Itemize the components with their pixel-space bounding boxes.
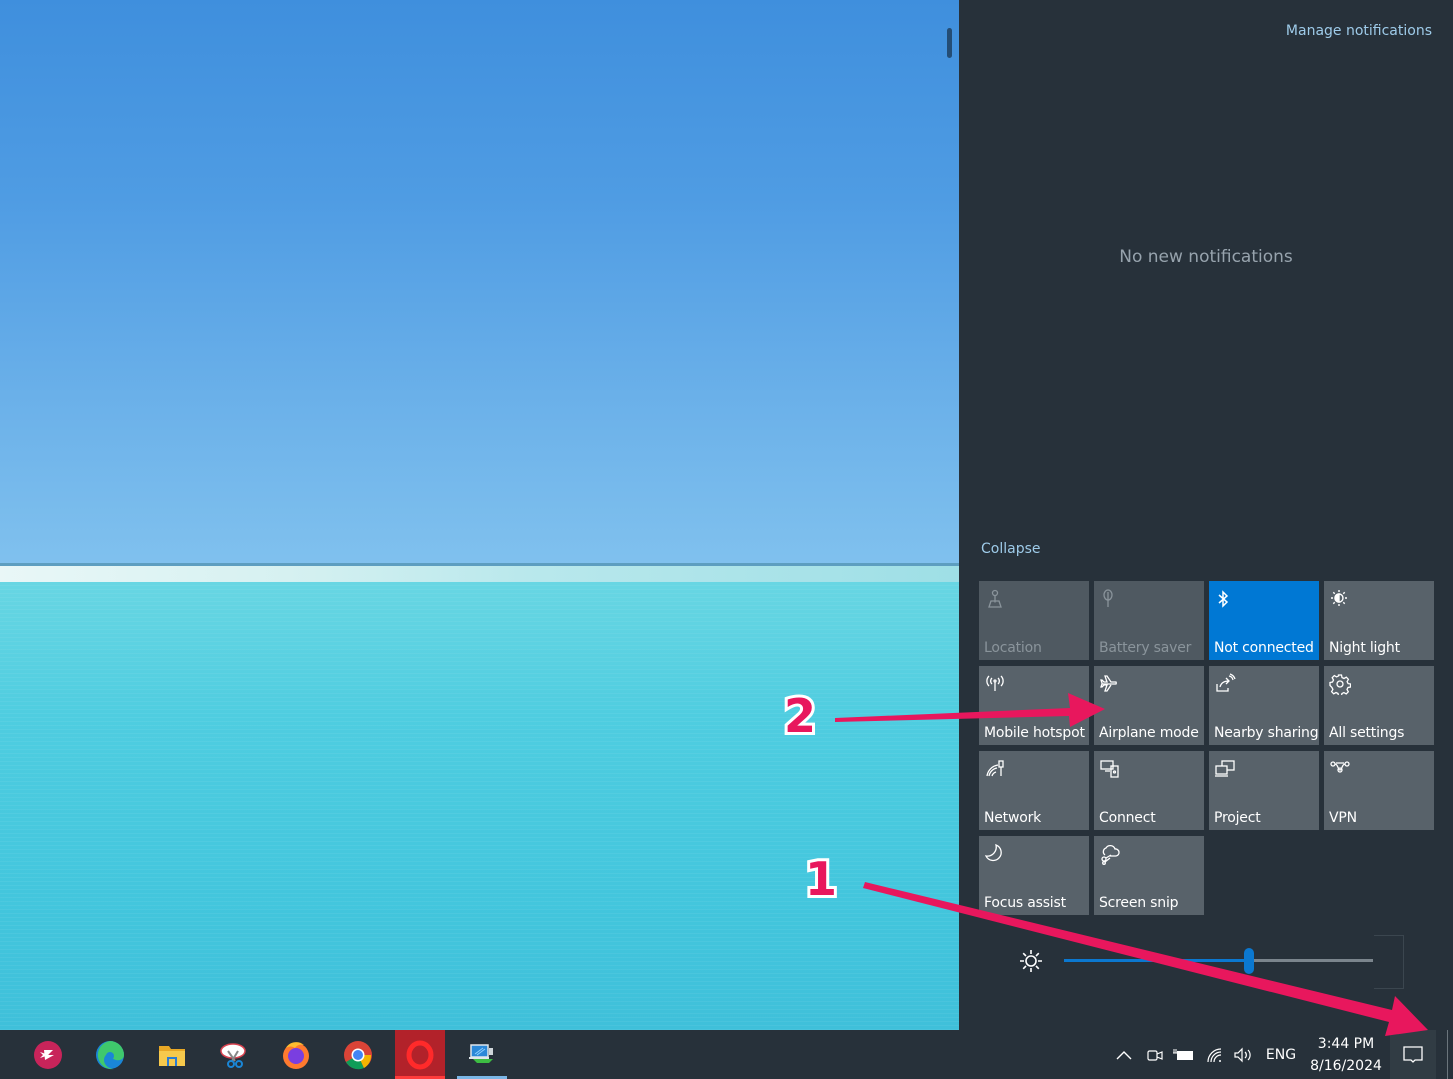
project-icon — [1214, 758, 1236, 780]
quick-action-connect[interactable]: Connect — [1094, 751, 1204, 830]
brightness-control — [979, 935, 1404, 989]
file-explorer-icon — [159, 1045, 185, 1066]
quick-action-all-settings[interactable]: All settings — [1324, 666, 1434, 745]
gear-icon — [1329, 673, 1351, 695]
quick-action-label: Project — [1214, 810, 1261, 826]
quick-action-focus-assist[interactable]: Focus assist — [979, 836, 1089, 915]
quick-action-label: Night light — [1329, 640, 1400, 656]
wallpaper-sea — [0, 582, 960, 1030]
brightness-frame — [1374, 935, 1404, 989]
action-center-button[interactable] — [1390, 1030, 1436, 1079]
wallpaper-sandbar — [0, 566, 960, 582]
battery-charging-icon — [1173, 1048, 1193, 1060]
show-desktop-button[interactable] — [1447, 1030, 1453, 1079]
brightness-slider-fill — [1064, 959, 1250, 962]
moon-icon — [984, 843, 1006, 865]
quick-action-network[interactable]: Network — [979, 751, 1089, 830]
taskbar-app-skype[interactable] — [23, 1030, 73, 1079]
quick-action-vpn[interactable]: VPN — [1324, 751, 1434, 830]
network-icon — [984, 758, 1006, 780]
wallpaper-sky — [0, 0, 960, 566]
quick-action-location[interactable]: Location — [979, 581, 1089, 660]
quick-action-label: VPN — [1329, 810, 1357, 826]
clock-date: 8/16/2024 — [1310, 1058, 1382, 1074]
screen-snip-icon — [1099, 843, 1121, 865]
taskbar-app-file-explorer[interactable] — [147, 1030, 197, 1079]
taskbar-app-opera[interactable] — [395, 1030, 445, 1079]
airplane-icon — [1099, 673, 1121, 695]
manage-notifications-link[interactable]: Manage notifications — [1286, 23, 1432, 39]
quick-action-label: Screen snip — [1099, 895, 1179, 911]
tray-battery-button[interactable] — [1170, 1030, 1198, 1079]
edge-icon — [96, 1040, 124, 1069]
battery-saver-icon — [1099, 588, 1121, 610]
quick-action-mobile-hotspot[interactable]: Mobile hotspot — [979, 666, 1089, 745]
action-center-panel: Manage notifications No new notification… — [959, 0, 1453, 1030]
quick-action-label: Mobile hotspot — [984, 725, 1085, 741]
night-light-icon — [1329, 588, 1351, 610]
quick-action-label: Network — [984, 810, 1042, 826]
show-hidden-icons-button[interactable] — [1110, 1030, 1138, 1079]
camera-icon — [1147, 1049, 1163, 1061]
tray-volume-button[interactable] — [1230, 1030, 1256, 1079]
wifi-icon — [1207, 1047, 1222, 1062]
opera-icon — [406, 1040, 434, 1069]
taskbar-app-firefox[interactable] — [271, 1030, 321, 1079]
taskbar-app-edge[interactable] — [85, 1030, 135, 1079]
location-icon — [984, 588, 1006, 610]
quick-action-label: Airplane mode — [1099, 725, 1199, 741]
clock-time: 3:44 PM — [1317, 1036, 1375, 1052]
connect-icon — [1099, 758, 1121, 780]
mobile-hotspot-icon — [984, 673, 1006, 695]
notification-icon — [1403, 1045, 1423, 1063]
taskbar-app-remote-desktop[interactable] — [457, 1030, 507, 1079]
quick-action-battery-saver[interactable]: Battery saver — [1094, 581, 1204, 660]
brightness-slider[interactable] — [1064, 948, 1373, 974]
firefox-icon — [283, 1041, 309, 1069]
quick-action-nearby-sharing[interactable]: Nearby sharing — [1209, 666, 1319, 745]
brightness-slider-thumb[interactable] — [1244, 948, 1255, 974]
desktop-wallpaper — [0, 0, 960, 1030]
quick-action-label: Battery saver — [1099, 640, 1192, 656]
nearby-sharing-icon — [1214, 673, 1236, 695]
tray-language-button[interactable]: ENG — [1260, 1030, 1302, 1079]
quick-action-label: Not connected — [1214, 640, 1314, 656]
taskbar-clock[interactable]: 3:44 PM 8/16/2024 — [1302, 1033, 1390, 1077]
skype-icon — [34, 1040, 62, 1069]
brightness-icon — [1018, 948, 1044, 974]
tray-network-button[interactable] — [1202, 1030, 1228, 1079]
quick-action-airplane-mode[interactable]: Airplane mode — [1094, 666, 1204, 745]
quick-action-label: Nearby sharing — [1214, 725, 1319, 741]
quick-action-bluetooth[interactable]: Not connected — [1209, 581, 1319, 660]
tray-camera-button[interactable] — [1142, 1030, 1168, 1079]
language-indicator: ENG — [1265, 1046, 1297, 1063]
chevron-up-icon — [1116, 1050, 1132, 1059]
taskbar: ENG 3:44 PM 8/16/2024 — [0, 1030, 1453, 1079]
bluetooth-icon — [1214, 588, 1236, 610]
taskbar-app-chrome[interactable] — [333, 1030, 383, 1079]
taskbar-app-snipping-tool[interactable] — [209, 1030, 259, 1079]
chrome-icon — [344, 1040, 372, 1069]
window-edge-handle — [947, 28, 952, 58]
no-notifications-text: No new notifications — [1119, 247, 1293, 267]
quick-action-label: Connect — [1099, 810, 1156, 826]
vpn-icon — [1329, 758, 1351, 780]
remote-desktop-icon — [469, 1043, 493, 1063]
collapse-link[interactable]: Collapse — [981, 541, 1041, 557]
quick-action-label: Location — [984, 640, 1042, 656]
quick-action-night-light[interactable]: Night light — [1324, 581, 1434, 660]
quick-action-screen-snip[interactable]: Screen snip — [1094, 836, 1204, 915]
quick-action-project[interactable]: Project — [1209, 751, 1319, 830]
quick-action-label: All settings — [1329, 725, 1405, 741]
snipping-tool-icon — [220, 1042, 246, 1068]
speaker-icon — [1234, 1047, 1251, 1062]
quick-action-label: Focus assist — [984, 895, 1066, 911]
